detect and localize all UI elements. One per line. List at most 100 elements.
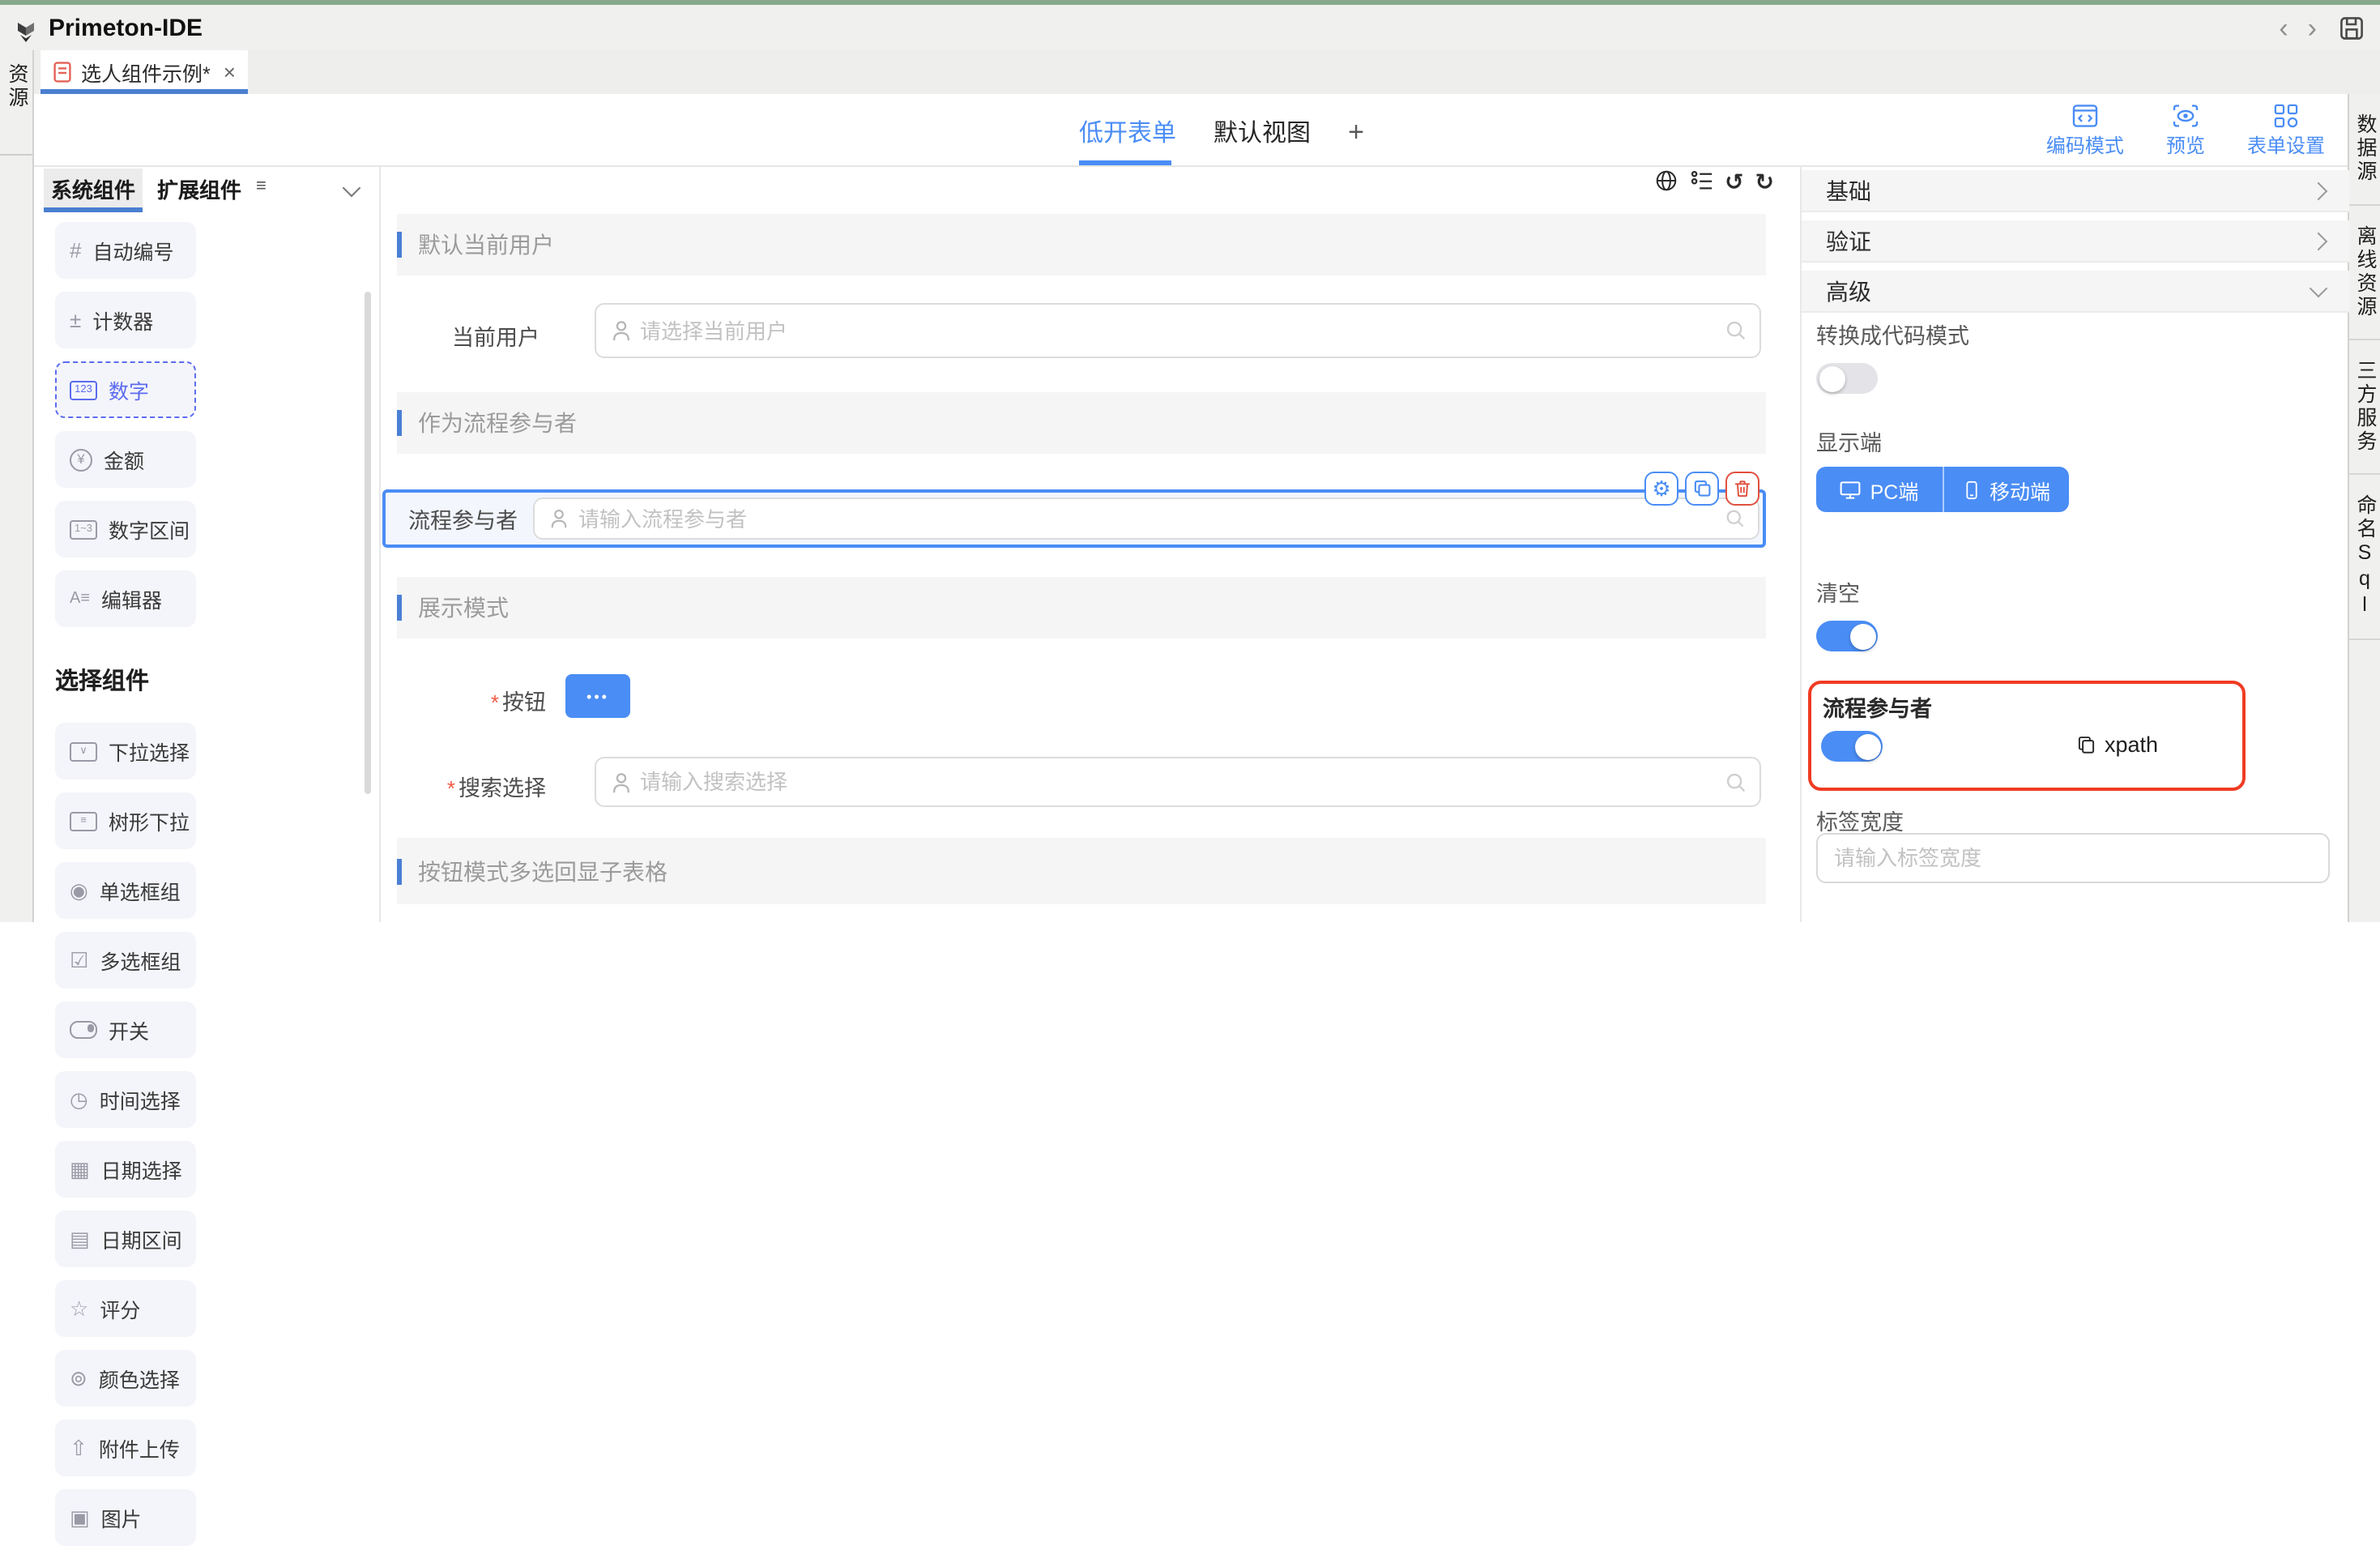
xpath-link[interactable]: xpath	[2075, 732, 2158, 757]
sidebar-item-datasource[interactable]: 数据源	[2349, 94, 2380, 205]
yen-icon: ¥	[70, 448, 92, 471]
code-mode-button[interactable]: 编码模式	[2046, 104, 2124, 159]
tile-image[interactable]: ▣图片	[55, 1489, 196, 1546]
form-settings-button[interactable]: 表单设置	[2247, 104, 2325, 159]
tree-icon: ≡	[70, 811, 97, 831]
group-validation[interactable]: 验证	[1802, 220, 2349, 263]
field-delete-button[interactable]	[1725, 472, 1759, 506]
person-icon	[548, 507, 570, 530]
tile-radio-group[interactable]: ◉单选框组	[55, 862, 196, 919]
sidebar-item-offline-resources[interactable]: 离线资源	[2349, 205, 2380, 340]
tile-date-range[interactable]: ▤日期区间	[55, 1211, 196, 1267]
outline-icon[interactable]	[1689, 169, 1713, 193]
group-advanced[interactable]: 高级	[1802, 271, 2349, 313]
palette-scrollbar[interactable]	[365, 292, 371, 794]
display-side-group: PC端 移动端	[1816, 467, 2069, 512]
title-bar: Primeton-IDE ‹ ›	[0, 5, 2380, 52]
tile-editor[interactable]: A≡编辑器	[55, 570, 196, 627]
preview-button[interactable]: 预览	[2166, 104, 2205, 159]
sidebar-item-resources[interactable]: 资源	[0, 63, 32, 110]
toggle-icon	[70, 1021, 97, 1039]
palette-tab-underline	[44, 207, 143, 212]
redo-icon[interactable]: ↻	[1755, 169, 1774, 192]
palette-menu-icon[interactable]: ≡	[256, 177, 267, 196]
ellipsis-picker-button[interactable]: •••	[565, 674, 630, 718]
tile-checkbox-group[interactable]: ☑多选框组	[55, 932, 196, 989]
undo-icon[interactable]: ↺	[1725, 169, 1743, 192]
globe-icon[interactable]	[1653, 169, 1678, 193]
person-icon	[609, 770, 633, 794]
field-settings-button[interactable]: ⚙	[1644, 472, 1678, 506]
code-mode-label: 编码模式	[2046, 131, 2124, 159]
document-tab-bar: 选人组件示例* ×	[34, 50, 2380, 96]
tile-amount[interactable]: ¥金额	[55, 431, 196, 488]
search-select-label: *搜索选择	[384, 770, 546, 802]
tab-extended-components[interactable]: 扩展组件	[154, 169, 245, 207]
code-mode-toggle[interactable]	[1816, 363, 1878, 394]
section-header-default-current-user[interactable]: 默认当前用户	[397, 214, 1766, 275]
upload-icon: ⇧	[70, 1437, 87, 1458]
tab-default-view[interactable]: 默认视图	[1213, 115, 1311, 149]
range-icon: 1~3	[70, 519, 97, 539]
ellipsis-dots: •••	[586, 688, 609, 704]
nav-back-button[interactable]: ‹	[2269, 14, 2297, 41]
palette-section-title: 选择组件	[55, 663, 348, 697]
field-copy-button[interactable]	[1685, 472, 1719, 506]
clear-toggle-label: 清空	[1816, 575, 1860, 608]
selected-row-actions: ⚙	[1644, 472, 1759, 506]
doc-tab-label: 选人组件示例*	[81, 57, 211, 88]
section-header-as-process-participant[interactable]: 作为流程参与者	[397, 392, 1766, 454]
label-width-input[interactable]	[1816, 833, 2330, 883]
tile-rating[interactable]: ☆评分	[55, 1280, 196, 1337]
plus-minus-icon: ±	[70, 310, 81, 331]
sidebar-item-named-sql[interactable]: 命名Sql	[2349, 474, 2380, 639]
save-icon[interactable]	[2339, 15, 2364, 40]
code-mode-toggle-label: 转换成代码模式	[1816, 318, 1969, 350]
number-123-icon: 123	[70, 380, 97, 399]
sidebar-item-thirdparty-services[interactable]: 三方服务	[2349, 340, 2380, 474]
check-list-icon: ☑	[70, 950, 88, 971]
add-view-button[interactable]: +	[1348, 116, 1364, 148]
tile-attachment-upload[interactable]: ⇧附件上传	[55, 1420, 196, 1476]
doc-tab-active[interactable]: 选人组件示例* ×	[41, 50, 248, 94]
dropdown-icon: ∨	[70, 741, 97, 761]
form-settings-label: 表单设置	[2247, 131, 2325, 159]
component-palette: 系统组件 扩展组件 ≡ #自动编号 ±计数器 123数字 ¥金额 1~3数字区间…	[34, 167, 381, 922]
gear-icon: ⚙	[1652, 478, 1670, 499]
tab-lowcode-form[interactable]: 低开表单	[1079, 115, 1176, 149]
tile-counter[interactable]: ±计数器	[55, 292, 196, 348]
tile-dropdown-select[interactable]: ∨下拉选择	[55, 723, 196, 779]
palette-collapse-chevron-icon[interactable]	[343, 179, 361, 198]
image-icon: ▣	[70, 1507, 90, 1528]
participant-input[interactable]	[578, 499, 1716, 538]
current-user-input[interactable]	[640, 305, 1717, 357]
left-resource-strip: 资源	[0, 50, 34, 922]
display-side-label: 显示端	[1816, 425, 1882, 457]
palette-header: 系统组件 扩展组件 ≡	[34, 167, 379, 212]
doc-tab-close-icon[interactable]: ×	[224, 60, 236, 84]
tile-number-range[interactable]: 1~3数字区间	[55, 501, 196, 557]
trash-icon	[1732, 478, 1753, 499]
tile-number[interactable]: 123数字	[55, 361, 196, 418]
tile-date-picker[interactable]: ▦日期选择	[55, 1141, 196, 1198]
mobile-side-button[interactable]: 移动端	[1942, 467, 2069, 512]
tile-tree-dropdown[interactable]: ≡树形下拉	[55, 792, 196, 849]
tile-auto-number[interactable]: #自动编号	[55, 222, 196, 279]
section-header-button-mode-subtable[interactable]: 按钮模式多选回显子表格	[397, 838, 1766, 904]
search-icon	[1724, 507, 1747, 530]
copy-icon	[2075, 734, 2096, 755]
tab-system-components[interactable]: 系统组件	[44, 169, 143, 207]
nav-forward-button[interactable]: ›	[2298, 14, 2327, 41]
participant-toggle[interactable]	[1821, 731, 1883, 762]
search-select-input[interactable]	[640, 758, 1717, 805]
palette-tiles: #自动编号 ±计数器 123数字 ¥金额 1~3数字区间 A≡编辑器 选择组件 …	[34, 212, 379, 1546]
section-header-display-mode[interactable]: 展示模式	[397, 577, 1766, 638]
tile-time-picker[interactable]: ◷时间选择	[55, 1071, 196, 1128]
pc-side-button[interactable]: PC端	[1816, 467, 1942, 512]
group-basic[interactable]: 基础	[1802, 170, 2349, 212]
clear-toggle[interactable]	[1816, 621, 1878, 651]
tile-color-picker[interactable]: ⊚颜色选择	[55, 1350, 196, 1407]
tile-switch[interactable]: 开关	[55, 1001, 196, 1058]
calendar-range-icon: ▤	[70, 1228, 90, 1249]
participant-field-selected-row[interactable]: 流程参与者	[382, 489, 1766, 548]
